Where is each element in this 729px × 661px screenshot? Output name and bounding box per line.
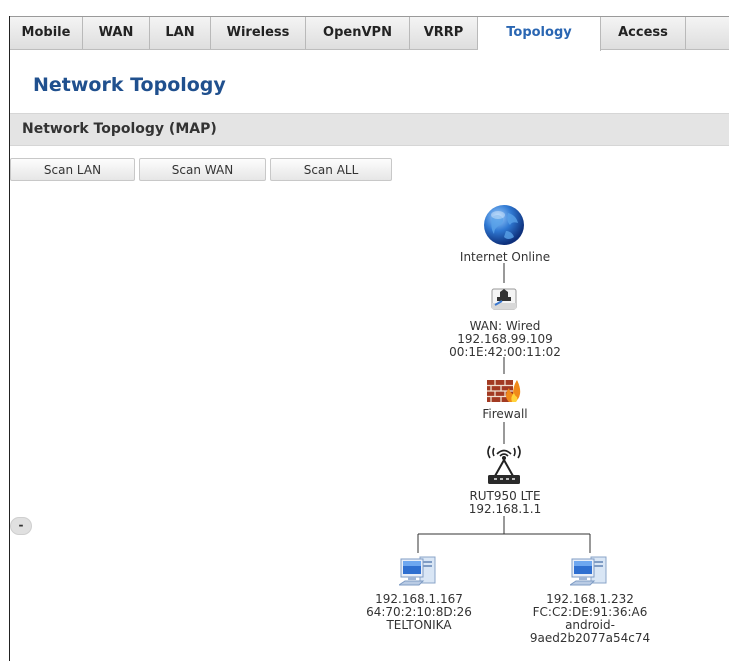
tab-lan[interactable]: LAN [150,17,211,49]
tab-vrrp[interactable]: VRRP [410,17,478,49]
router-label-ip: 192.168.1.1 [468,502,542,516]
client-1-hostname: TELTONIKA [386,618,452,632]
client-1-ip: 192.168.1.167 [375,592,463,606]
client-2-mac: FC:C2:DE:91:36:A6 [532,605,648,619]
router-icon [487,445,521,484]
client-1-mac: 64:70:2:10:8D:26 [366,605,472,619]
internet-label: Internet Online [459,250,551,264]
tab-access[interactable]: Access [601,17,686,49]
firewall-icon [487,380,521,402]
client-node-1[interactable] [399,553,439,589]
topology-connectors [417,263,591,553]
tab-wireless[interactable]: Wireless [211,17,306,49]
firewall-label: Firewall [482,407,528,421]
tab-mobile[interactable]: Mobile [10,17,83,49]
globe-icon [484,205,524,245]
client-node-2[interactable] [570,553,610,589]
scan-lan-button[interactable]: Scan LAN [10,158,135,181]
wan-label-type: WAN: Wired [469,319,541,333]
client-2-hostname-2: 9aed2b2077a54c74 [529,631,651,645]
tab-wan[interactable]: WAN [83,17,150,49]
wan-label-ip: 192.168.99.109 [457,332,553,346]
wan-label-mac: 00:1E:42:00:11:02 [449,345,561,359]
firewall-node[interactable] [487,374,521,404]
ethernet-port-icon [491,288,517,310]
wan-node[interactable] [489,283,519,313]
tab-openvpn[interactable]: OpenVPN [306,17,410,49]
computer-icon [570,556,607,586]
zoom-out-button[interactable]: - [10,517,32,535]
section-title: Network Topology (MAP) [22,121,217,137]
internet-node[interactable] [482,203,526,247]
scan-all-button[interactable]: Scan ALL [270,158,392,181]
section-header: Network Topology (MAP) [10,113,729,146]
client-2-ip: 192.168.1.232 [546,592,634,606]
client-2-hostname-1: android- [565,618,615,632]
page-title: Network Topology [33,74,226,96]
computer-icon [399,556,436,586]
tab-bar: Mobile WAN LAN Wireless OpenVPN VRRP Top… [10,17,729,51]
router-label-model: RUT950 LTE [469,489,541,503]
router-node[interactable] [482,444,526,486]
tab-topology[interactable]: Topology [478,17,601,51]
scan-wan-button[interactable]: Scan WAN [139,158,266,181]
